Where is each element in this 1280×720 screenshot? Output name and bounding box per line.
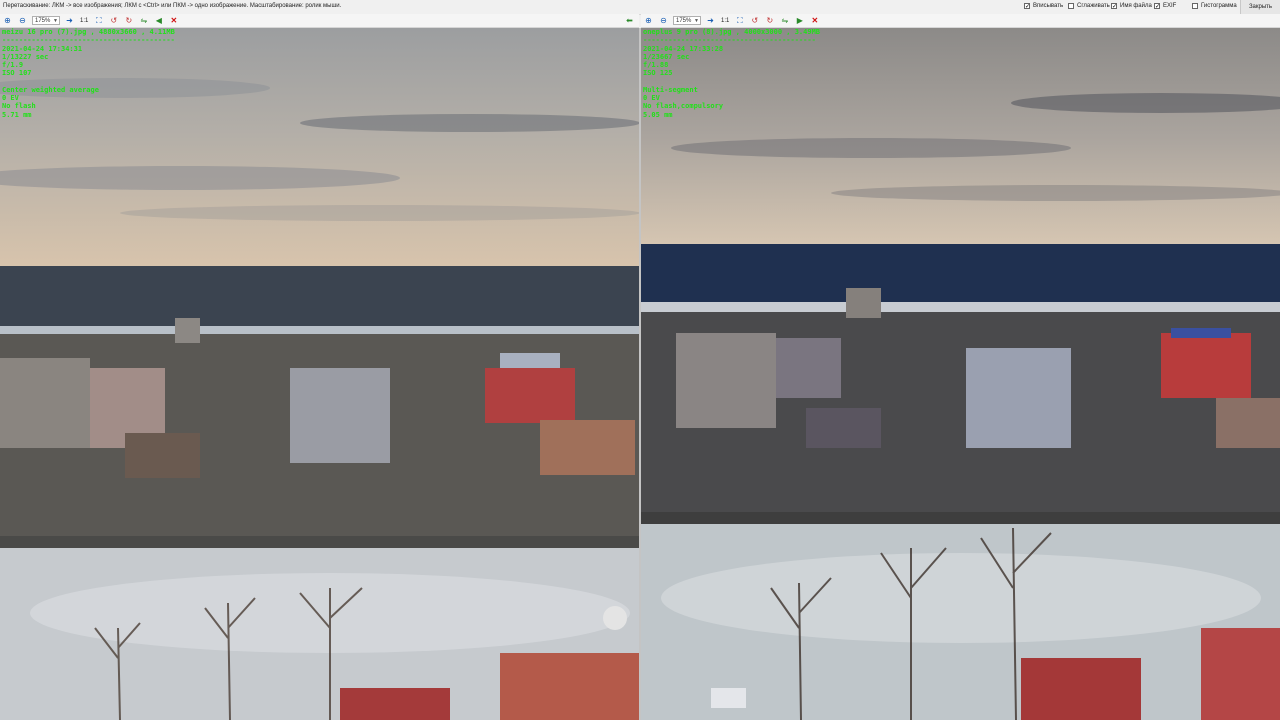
histogram-label: Гистограмма <box>1201 3 1237 9</box>
metering: Center weighted average <box>2 85 99 94</box>
rotate-left-icon[interactable]: ↺ <box>108 16 119 26</box>
exif-overlay-right: oneplus 9 pro (8).jpg , 4000x3000 , 3.49… <box>643 28 820 119</box>
iso: ISO 107 <box>2 69 32 78</box>
next-icon[interactable]: ▶ <box>794 16 805 26</box>
zoom-out-icon[interactable]: ⊖ <box>658 16 669 26</box>
right-toolbar: ⊕ ⊖ 175% ▼ ➜ 1:1 ⛶ ↺ ↻ ⇋ ▶ ✕ <box>641 14 1280 28</box>
rotate-right-icon[interactable]: ↻ <box>764 16 775 26</box>
fit-icon[interactable]: ⛶ <box>734 16 745 26</box>
close-icon[interactable]: ✕ <box>168 16 179 26</box>
zoom-select[interactable]: 175% ▼ <box>32 16 60 25</box>
separator-line: ----------------------------------------… <box>2 36 175 45</box>
iso: ISO 125 <box>643 69 673 78</box>
flash: No flash <box>2 102 36 111</box>
smooth-label: Сглаживать <box>1077 3 1110 9</box>
next-arrow-icon[interactable]: ➜ <box>705 16 716 26</box>
filename-line: oneplus 9 pro (8).jpg , 4000x3000 , 3.49… <box>643 28 821 36</box>
left-toolbar: ⊕ ⊖ 175% ▼ ➜ 1:1 ⛶ ↺ ↻ ⇋ ◀ ✕ ⬅ <box>0 14 639 28</box>
histogram-checkbox[interactable] <box>1192 3 1198 9</box>
fnumber: f/1.88 <box>643 61 669 70</box>
focal-length: 5.71 mm <box>2 110 32 119</box>
smooth-checkbox[interactable] <box>1068 3 1074 9</box>
exif-checkbox[interactable]: ✓ <box>1154 3 1160 10</box>
filename-checkbox[interactable]: ✓ <box>1111 3 1117 10</box>
exif-overlay-left: meizu 16 pro (7).jpg , 4880x3660 , 4.11M… <box>2 28 175 119</box>
fnumber: f/1.9 <box>2 61 24 70</box>
usage-hint: Перетаскивание: ЛКМ -> все изображения; … <box>3 3 342 9</box>
datetime: 2021-04-24 17:33:28 <box>643 44 724 53</box>
left-image-pane[interactable]: meizu 16 pro (7).jpg , 4880x3660 , 4.11M… <box>0 28 639 720</box>
prev-icon[interactable]: ◀ <box>153 16 164 26</box>
top-bar: Перетаскивание: ЛКМ -> все изображения; … <box>0 0 1280 15</box>
rotate-left-icon[interactable]: ↺ <box>749 16 760 26</box>
zoom-in-icon[interactable]: ⊕ <box>2 16 13 26</box>
exposure-bias: 0 EV <box>643 94 660 103</box>
right-photo <box>641 28 1280 720</box>
rotate-right-icon[interactable]: ↻ <box>123 16 134 26</box>
flash: No flash,compulsory <box>643 102 724 111</box>
option-smooth[interactable]: Сглаживать <box>1068 3 1110 9</box>
close-icon[interactable]: ✕ <box>809 16 820 26</box>
next-arrow-icon[interactable]: ➜ <box>64 16 75 26</box>
sync-arrow-icon[interactable]: ⬅ <box>624 16 635 26</box>
exposure: 1/23667 sec <box>643 52 690 61</box>
focal-length: 5.05 mm <box>643 110 673 119</box>
option-filename[interactable]: ✓ Имя файла <box>1111 3 1152 10</box>
metering: Multi-segment <box>643 85 698 94</box>
flip-icon[interactable]: ⇋ <box>779 16 790 26</box>
option-fit[interactable]: ✓ Вписывать <box>1024 3 1064 10</box>
exif-label: EXIF <box>1163 3 1177 9</box>
fit-label: Вписывать <box>1033 3 1064 9</box>
datetime: 2021-04-24 17:34:31 <box>2 44 83 53</box>
filename-line: meizu 16 pro (7).jpg , 4880x3660 , 4.11M… <box>2 28 175 36</box>
zoom-select[interactable]: 175% ▼ <box>673 16 701 25</box>
right-image-pane[interactable]: oneplus 9 pro (8).jpg , 4000x3000 , 3.49… <box>641 28 1280 720</box>
close-button[interactable]: Закрыть <box>1240 0 1280 14</box>
filename-label: Имя файла <box>1120 3 1152 9</box>
exposure-bias: 0 EV <box>2 94 19 103</box>
flip-icon[interactable]: ⇋ <box>138 16 149 26</box>
ratio-1-1-button[interactable]: 1:1 <box>80 18 88 24</box>
zoom-in-icon[interactable]: ⊕ <box>643 16 654 26</box>
ratio-1-1-button[interactable]: 1:1 <box>721 18 729 24</box>
fit-checkbox[interactable]: ✓ <box>1024 3 1030 10</box>
separator-line: ----------------------------------------… <box>643 36 816 45</box>
option-histogram[interactable]: Гистограмма <box>1192 3 1237 9</box>
exposure: 1/13227 sec <box>2 52 49 61</box>
fit-icon[interactable]: ⛶ <box>93 16 104 26</box>
zoom-out-icon[interactable]: ⊖ <box>17 16 28 26</box>
left-photo <box>0 28 639 720</box>
option-exif[interactable]: ✓ EXIF <box>1154 3 1177 10</box>
